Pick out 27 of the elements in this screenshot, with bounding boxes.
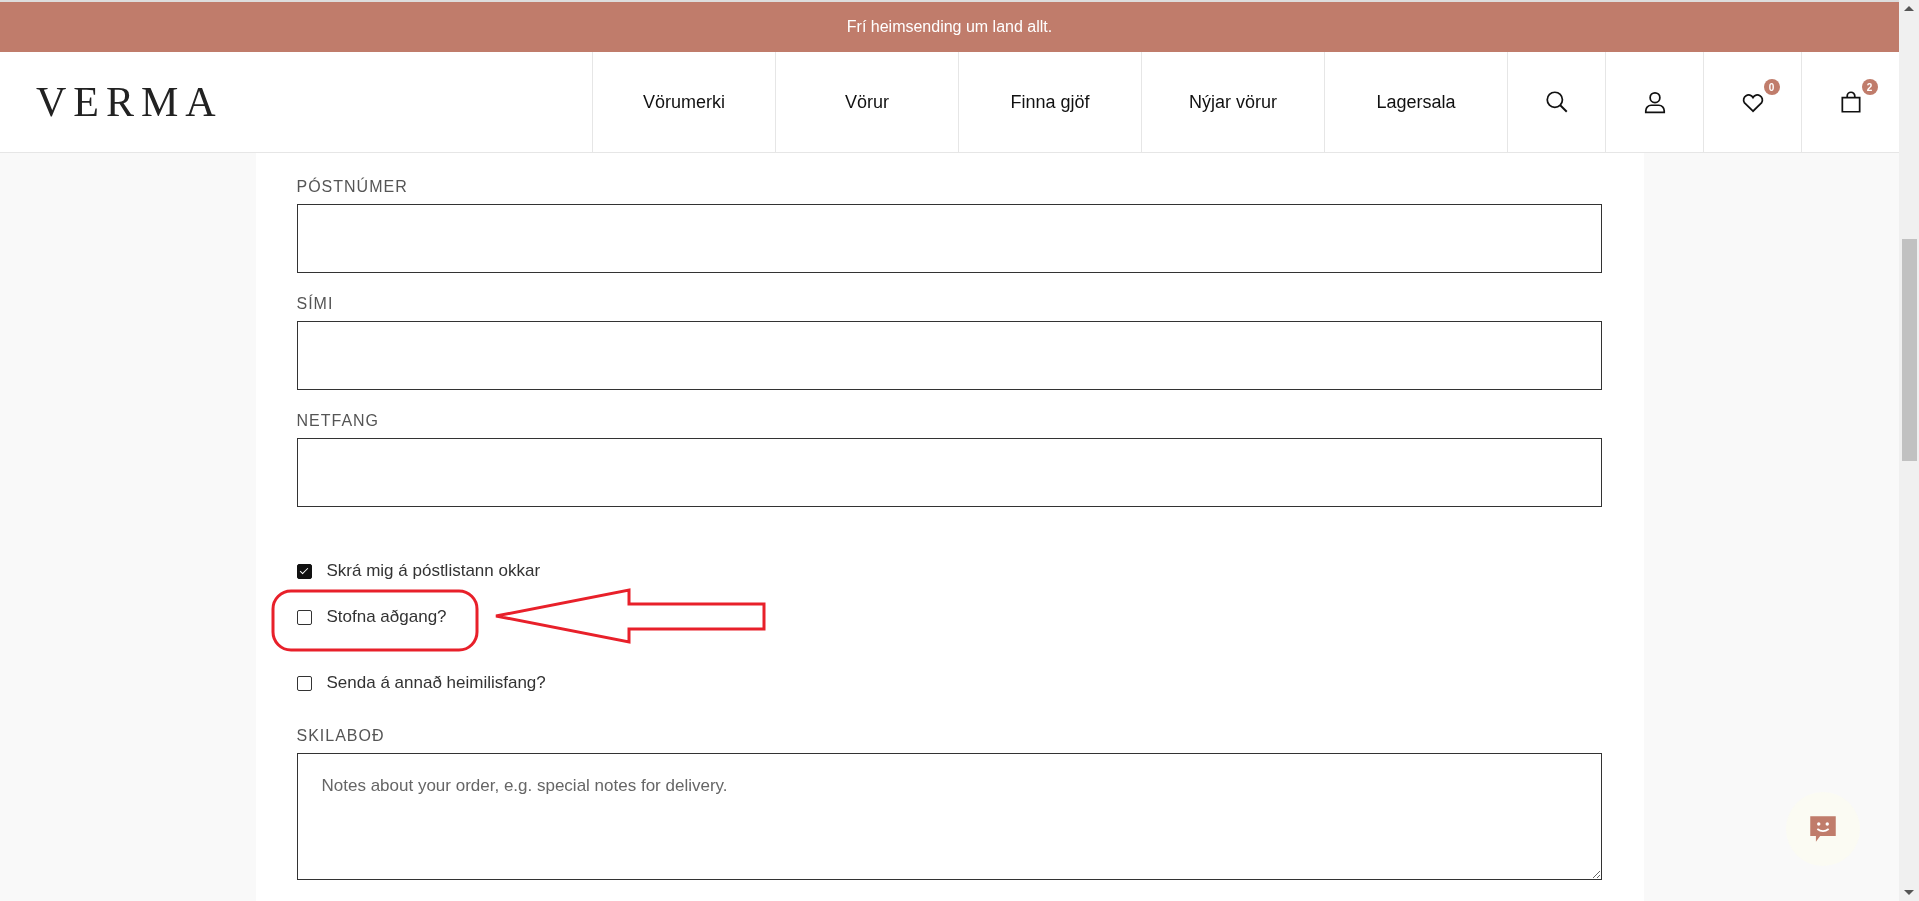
nav-link[interactable]: Vörur: [775, 52, 958, 152]
count-badge: 0: [1763, 79, 1780, 95]
search-icon: [1543, 89, 1570, 115]
field-label: SKILABOÐ: [296, 727, 386, 745]
nav-link[interactable]: Vörumerki: [592, 52, 775, 152]
field-label: PÓSTNÚMER: [296, 178, 409, 196]
checkbox-label: Senda á annað heimilisfang?: [326, 673, 546, 693]
scrollbar[interactable]: [1899, 0, 1919, 901]
input-field[interactable]: [296, 321, 1602, 390]
logo[interactable]: VERMA: [36, 78, 223, 126]
checkbox[interactable]: [296, 609, 312, 625]
input-field[interactable]: [296, 204, 1602, 273]
nav-link[interactable]: Finna gjöf: [958, 52, 1141, 152]
field-label: SÍMI: [296, 295, 335, 313]
checkbox-label: Skrá mig á póstlistann okkar: [326, 561, 541, 581]
checkbox[interactable]: [296, 563, 312, 579]
notes-field[interactable]: Notes about your order, e.g. special notes for delivery.: [296, 753, 1602, 880]
scrollbar-thumb[interactable]: [1901, 239, 1917, 461]
nav-link[interactable]: Nýjar vörur: [1141, 52, 1324, 152]
checkbox-label: Stofna aðgang?: [326, 607, 447, 627]
scroll-up-icon[interactable]: [1904, 6, 1914, 11]
scroll-down-icon[interactable]: [1904, 890, 1914, 895]
field-label: NETFANG: [296, 412, 381, 430]
input-field[interactable]: [296, 438, 1602, 507]
count-badge: 2: [1861, 79, 1878, 95]
announcement-text: Frí heimsending um land allt.: [846, 18, 1053, 36]
checkbox[interactable]: [296, 675, 312, 691]
